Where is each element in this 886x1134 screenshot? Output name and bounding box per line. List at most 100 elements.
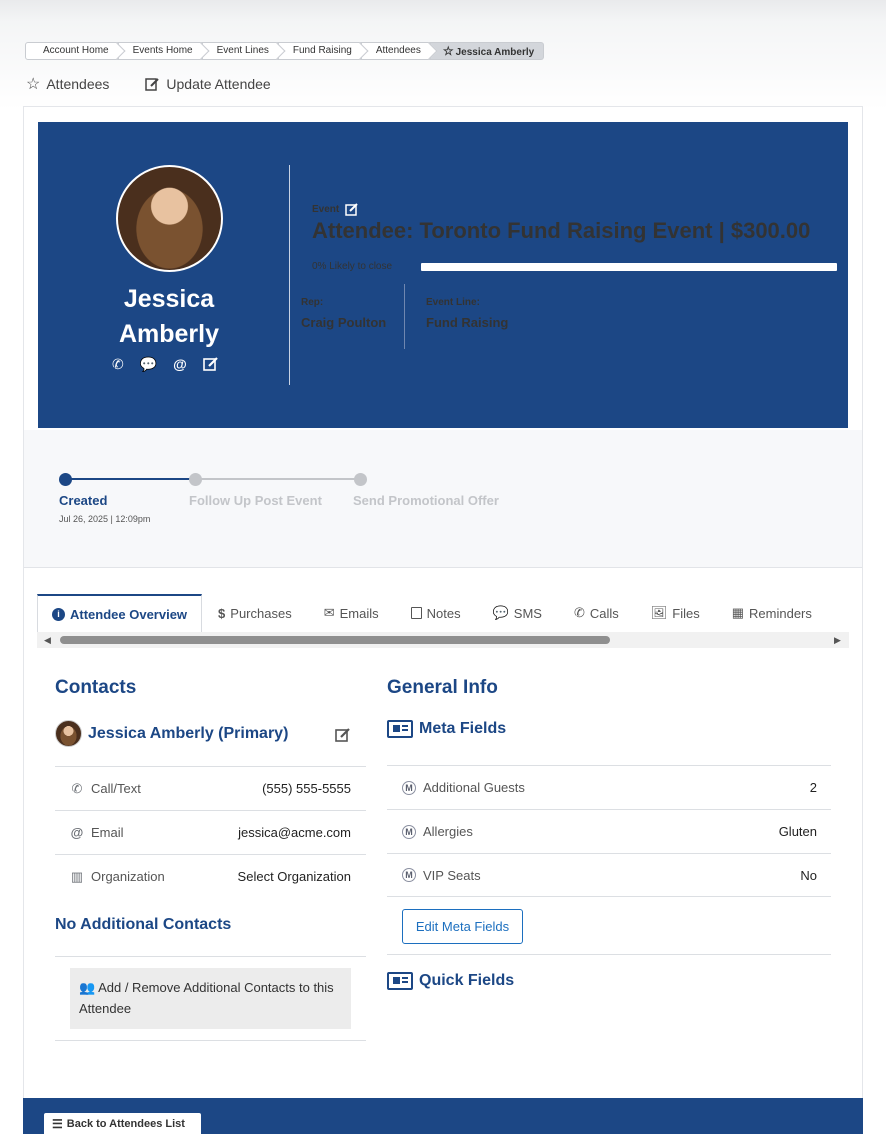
edit-meta-fields-button[interactable]: Edit Meta Fields xyxy=(402,909,523,944)
contact-row-label-text: Organization xyxy=(91,869,165,884)
tab-label: Emails xyxy=(339,605,379,621)
event-title: Attendee: Toronto Fund Raising Event | $… xyxy=(312,218,811,243)
breadcrumb-fund-raising[interactable]: Fund Raising xyxy=(278,42,362,60)
step-line-pending xyxy=(195,478,360,480)
contact-row-email: @ Email jessica@acme.com xyxy=(55,810,366,854)
tab-purchases[interactable]: $ Purchases xyxy=(202,594,308,632)
meta-row-label: M Additional Guests xyxy=(402,780,810,795)
tab-label: SMS xyxy=(513,605,542,621)
contact-email-value[interactable]: jessica@acme.com xyxy=(238,825,351,840)
envelope-icon: ✉ xyxy=(323,605,335,620)
meta-row-label-text: VIP Seats xyxy=(423,867,481,883)
breadcrumb-current: ☆ Jessica Amberly xyxy=(430,42,545,60)
rep-label: Rep: xyxy=(301,297,324,308)
chat-icon[interactable]: 💬 xyxy=(140,356,157,373)
meta-row: M VIP Seats No xyxy=(387,853,831,897)
tab-files[interactable]: 🖼 Files xyxy=(635,594,716,632)
at-icon[interactable]: @ xyxy=(173,356,187,373)
building-icon: ▥ xyxy=(70,868,84,884)
update-attendee-link[interactable]: Update Attendee xyxy=(145,74,271,94)
meta-field-icon: M xyxy=(402,780,416,795)
contact-row-organization: ▥ Organization Select Organization xyxy=(55,854,366,898)
attendee-last-name: Amberly xyxy=(118,320,220,348)
calendar-icon: ▦ xyxy=(731,605,745,620)
info-icon: i xyxy=(52,607,65,621)
tab-reminders[interactable]: ▦ Reminders xyxy=(716,594,828,632)
images-icon: 🖼 xyxy=(650,605,668,620)
attendee-first-name: Jessica xyxy=(123,285,215,313)
contact-avatar xyxy=(55,720,82,747)
tab-label: Attendee Overview xyxy=(70,606,188,622)
step-label-created: Created xyxy=(59,493,108,508)
contact-row-phone: ✆ Call/Text (555) 555-5555 xyxy=(55,766,366,810)
contact-actions: ✆ 💬 @ xyxy=(112,356,219,373)
tab-calls[interactable]: ✆ Calls xyxy=(558,594,635,632)
attendee-name: Jessica Amberly xyxy=(95,282,243,352)
general-info-heading: General Info xyxy=(387,677,498,698)
divider xyxy=(55,1040,366,1041)
event-label: Event xyxy=(312,203,359,216)
edit-icon[interactable] xyxy=(345,203,359,216)
contact-row-label-text: Email xyxy=(91,825,124,840)
step-label-follow-up: Follow Up Post Event xyxy=(189,493,322,508)
tab-label: Files xyxy=(672,605,700,621)
divider xyxy=(387,954,831,955)
event-line-label: Event Line: xyxy=(426,297,480,308)
meta-divider xyxy=(404,284,405,349)
phone-icon: ✆ xyxy=(573,605,585,620)
contact-organization-value[interactable]: Select Organization xyxy=(238,869,351,884)
edit-icon[interactable] xyxy=(335,727,351,742)
divider xyxy=(55,956,366,957)
tab-attendee-overview[interactable]: i Attendee Overview xyxy=(37,594,203,633)
meta-field-icon: M xyxy=(402,824,416,839)
breadcrumb-account-home[interactable]: Account Home xyxy=(25,42,119,60)
star-icon: ☆ xyxy=(442,44,454,58)
quick-fields-heading-text: Quick Fields xyxy=(419,972,515,989)
meta-row-label: M Allergies xyxy=(402,824,779,839)
primary-contact: Jessica Amberly (Primary) xyxy=(55,720,288,747)
tab-emails[interactable]: ✉ Emails xyxy=(308,594,395,632)
quick-fields-heading: Quick Fields xyxy=(387,972,514,990)
meta-fields-heading-text: Meta Fields xyxy=(419,720,507,737)
tab-label: Reminders xyxy=(749,605,812,621)
step-dot-created[interactable] xyxy=(59,473,72,486)
back-to-attendees-button[interactable]: ☰ Back to Attendees List xyxy=(44,1113,201,1134)
scroll-left-icon[interactable]: ◀ xyxy=(44,635,51,646)
event-label-text: Event xyxy=(312,204,340,215)
list-icon: ☰ xyxy=(52,1116,63,1131)
meta-row-label: M VIP Seats xyxy=(402,868,800,883)
add-remove-contacts-button[interactable]: 👥 Add / Remove Additional Contacts to th… xyxy=(70,968,351,1029)
contact-row-label: ✆ Call/Text xyxy=(70,781,262,797)
step-dot-promo[interactable] xyxy=(354,473,367,486)
users-icon: 👥 xyxy=(79,980,96,995)
phone-icon[interactable]: ✆ xyxy=(112,356,124,373)
update-attendee-label: Update Attendee xyxy=(166,76,271,92)
meta-row-value: Gluten xyxy=(778,824,817,839)
tab-scrollbar-thumb[interactable] xyxy=(60,636,610,644)
attendees-link[interactable]: ☆ Attendees xyxy=(26,74,109,94)
breadcrumb-event-lines[interactable]: Event Lines xyxy=(202,42,279,60)
tab-sms[interactable]: 💬 SMS xyxy=(477,594,558,632)
contacts-heading: Contacts xyxy=(55,677,137,698)
meta-fields-heading: Meta Fields xyxy=(387,720,506,738)
contact-row-label-text: Call/Text xyxy=(91,781,141,796)
breadcrumb-events-home[interactable]: Events Home xyxy=(118,42,203,60)
phone-icon: ✆ xyxy=(71,780,83,796)
primary-contact-name[interactable]: Jessica Amberly (Primary) xyxy=(88,725,288,743)
edit-icon[interactable] xyxy=(203,356,219,371)
attendees-link-label: Attendees xyxy=(46,76,110,92)
rep-value: Craig Poulton xyxy=(301,315,387,330)
meta-field-icon: M xyxy=(402,868,416,882)
tab-label: Calls xyxy=(589,605,619,621)
likely-to-close: 0% Likely to close xyxy=(312,261,393,272)
tab-label: Notes xyxy=(426,605,461,621)
breadcrumb: Account Home Events Home Event Lines Fun… xyxy=(25,42,545,60)
scroll-right-icon[interactable]: ▶ xyxy=(834,635,841,646)
star-icon: ☆ xyxy=(26,76,41,93)
step-dot-follow-up[interactable] xyxy=(189,473,202,486)
breadcrumb-attendees[interactable]: Attendees xyxy=(361,42,431,60)
contact-phone-value[interactable]: (555) 555-5555 xyxy=(262,781,351,796)
meta-row-label-text: Allergies xyxy=(423,824,473,839)
no-additional-contacts: No Additional Contacts xyxy=(55,916,232,933)
tab-notes[interactable]: Notes xyxy=(395,594,477,632)
